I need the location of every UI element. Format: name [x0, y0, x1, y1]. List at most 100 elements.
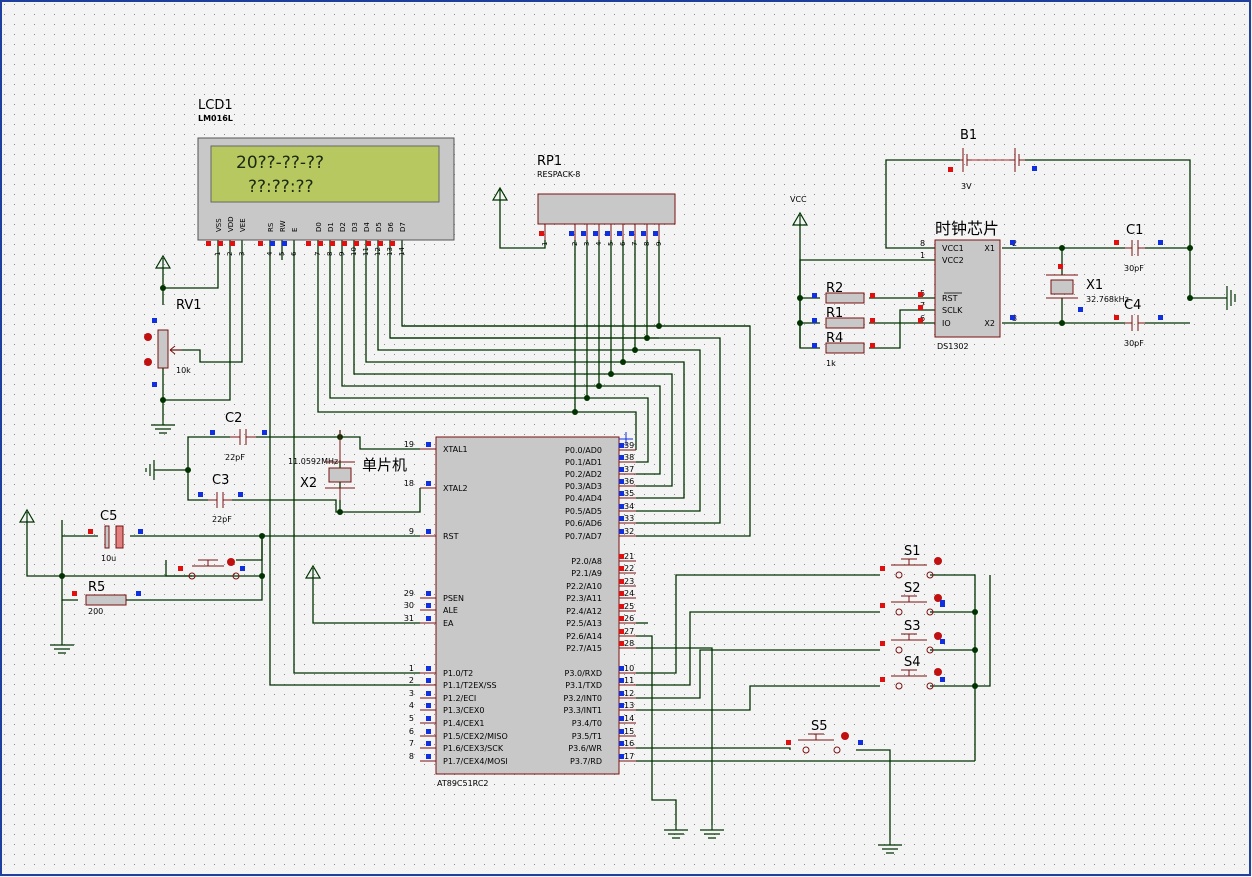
mcu-pin-name: P3.5/T1	[572, 732, 602, 741]
pin-marker	[539, 231, 544, 236]
pin-marker	[880, 641, 885, 646]
lcd-pin-name: D1	[327, 222, 335, 232]
mcu-pin-name: P0.5/AD5	[565, 507, 602, 516]
mcu-pin-name: P3.1/TXD	[565, 681, 602, 690]
pin-marker	[918, 318, 923, 323]
mcu-pin-name: P1.5/CEX2/MISO	[443, 732, 508, 741]
mcu-pin-number: 16	[624, 739, 634, 748]
pin-marker	[1058, 264, 1063, 269]
lcd-pin-name: E	[291, 228, 299, 232]
pin-marker	[258, 241, 263, 246]
ds1302-pin-name: X1	[984, 244, 995, 253]
pin-marker	[206, 241, 211, 246]
mcu-pin-number: 17	[624, 752, 634, 761]
lcd-pin-name: VDD	[227, 216, 235, 232]
c1-value: 30pF	[1124, 264, 1144, 273]
pin-marker	[426, 678, 431, 683]
pin-marker	[330, 241, 335, 246]
pin-marker	[1114, 315, 1119, 320]
mcu-pin-name: P2.2/A10	[566, 582, 602, 591]
mcu-pin-number: 31	[404, 614, 414, 623]
mcu-pin-name: P2.6/A14	[566, 632, 602, 641]
pin-marker	[812, 318, 817, 323]
mcu-pin-name: PSEN	[443, 594, 464, 603]
pin-marker	[426, 716, 431, 721]
c2-ref: C2	[225, 411, 242, 426]
mcu-pin-number: 32	[624, 527, 634, 536]
pin-marker	[426, 691, 431, 696]
pin-marker	[152, 382, 157, 387]
pin-marker	[1158, 240, 1163, 245]
mcu-pin-number: 37	[624, 465, 634, 474]
pin-marker	[641, 231, 646, 236]
mcu-at89c51rc2[interactable]: AT89C51RC2 19XTAL118XTAL29RST29PSEN30ALE…	[404, 432, 636, 788]
lcd-line-1: 20??-??-??	[236, 153, 324, 173]
mcu-pin-number: 1	[409, 664, 414, 673]
pin-marker	[426, 442, 431, 447]
pin-marker	[619, 729, 624, 734]
switch-label: S1	[904, 544, 921, 559]
pin-marker	[1032, 166, 1037, 171]
mcu-pin-number: 8	[409, 752, 414, 761]
mcu-pin-number: 13	[624, 701, 634, 710]
r4-value: 1k	[826, 359, 836, 368]
pin-marker	[378, 241, 383, 246]
pin-marker	[948, 167, 953, 172]
mcu-pin-number: 19	[404, 440, 414, 449]
mcu-pin-number: 29	[404, 589, 414, 598]
mcu-pin-name: P0.6/AD6	[565, 519, 602, 528]
pin-marker	[619, 566, 624, 571]
c1-ref: C1	[1126, 223, 1143, 238]
pin-marker	[178, 566, 183, 571]
mcu-pin-name: P3.6/WR	[568, 744, 602, 753]
c5-value: 10u	[101, 554, 116, 563]
schematic-canvas[interactable]: LCD1 LM016L 20??-??-?? ??:??:?? VSS 1 VDD 2…	[0, 0, 1252, 877]
lcd-pin-name: RS	[267, 222, 275, 232]
switch-probe[interactable]	[841, 732, 849, 740]
switch-probe[interactable]	[934, 668, 942, 676]
x2-body	[328, 467, 352, 483]
mcu-pin-number: 27	[624, 627, 634, 636]
switch-label: S5	[811, 719, 828, 734]
mcu-pin-name: P3.2/INT0	[563, 694, 602, 703]
lcd-pin-number: 10	[350, 247, 358, 256]
c3-value: 22pF	[212, 515, 232, 524]
lcd-pin-number: 7	[314, 252, 322, 256]
mcu-pin-number: 15	[624, 727, 634, 736]
rp1-pin-number: 8	[643, 242, 651, 246]
pin-marker	[619, 754, 624, 759]
rv1-probe-bottom[interactable]	[144, 358, 152, 366]
rv1-probe-top[interactable]	[144, 333, 152, 341]
ds1302-pin-name: RST	[942, 294, 958, 303]
mcu-pin-number: 23	[624, 577, 634, 586]
rp1-part: RESPACK-8	[537, 170, 580, 179]
rp1-pin-number: 3	[583, 242, 591, 246]
pin-marker	[136, 591, 141, 596]
mcu-pin-number: 18	[404, 479, 414, 488]
pin-marker	[619, 703, 624, 708]
pin-marker	[619, 443, 624, 448]
mcu-pin-name: P3.0/RXD	[565, 669, 602, 678]
pin-marker	[88, 529, 93, 534]
pin-marker	[629, 231, 634, 236]
lcd-pin-name: D0	[315, 222, 323, 232]
vcc-label: VCC	[790, 195, 807, 204]
rp1-pin-number: 7	[631, 242, 639, 246]
mcu-pin-name: P2.4/A12	[566, 607, 602, 616]
lcd-pin-name: D4	[363, 222, 371, 232]
pin-marker	[282, 241, 287, 246]
mcu-pin-number: 9	[409, 527, 414, 536]
pin-marker	[318, 241, 323, 246]
pin-marker	[653, 231, 658, 236]
switch-probe[interactable]	[934, 632, 942, 640]
mcu-pin-number: 28	[624, 639, 634, 648]
switch-probe[interactable]	[934, 557, 942, 565]
pin-marker	[619, 467, 624, 472]
ds1302-pin-name: SCLK	[942, 306, 963, 315]
pin-marker	[617, 231, 622, 236]
pin-marker	[1078, 307, 1083, 312]
pin-marker	[342, 241, 347, 246]
pin-marker	[426, 603, 431, 608]
lcd-pin-name: D3	[351, 222, 359, 232]
mcu-pin-name: P2.5/A13	[566, 619, 602, 628]
